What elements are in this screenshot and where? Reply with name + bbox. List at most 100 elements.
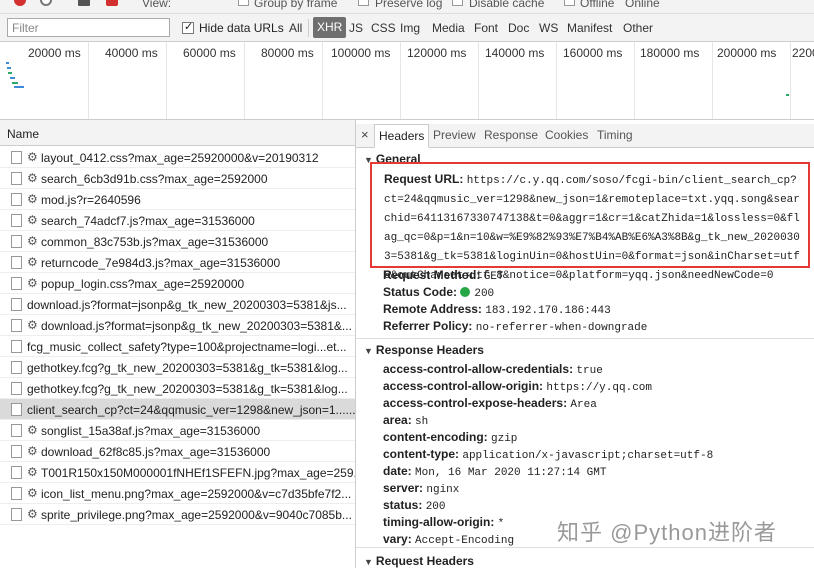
capture-screenshots-icon[interactable] xyxy=(78,0,90,6)
header-value: application/x-javascript;charset=utf-8 xyxy=(462,450,714,462)
request-row[interactable]: ⚙ mod.js?r=2640596 xyxy=(0,189,355,210)
request-name: download.js?format=jsonp&g_tk_new_202003… xyxy=(27,298,347,312)
headers-panel: ▼ General Request URL: https://c.y.qq.com… xyxy=(356,149,814,568)
header-key: area: xyxy=(383,413,412,427)
file-icon xyxy=(11,487,22,500)
response-headers-section-header[interactable]: ▼ Response Headers xyxy=(364,343,484,357)
response-header-row: access-control-expose-headers: Area xyxy=(383,396,597,411)
header-value: gzip xyxy=(491,433,518,445)
gear-icon: ⚙ xyxy=(27,507,38,521)
timeline-tick-label: 40000 ms xyxy=(105,46,158,60)
request-name: download_62f8c85.js?max_age=31536000 xyxy=(41,445,271,459)
response-header-row: access-control-allow-credentials: true xyxy=(383,362,603,377)
response-header-row: content-encoding: gzip xyxy=(383,430,517,445)
filter-input[interactable] xyxy=(7,18,170,37)
file-icon xyxy=(11,319,22,332)
timeline-tick-label: 60000 ms xyxy=(183,46,236,60)
request-row[interactable]: ⚙ search_74adcf7.js?max_age=31536000 xyxy=(0,210,355,231)
request-row[interactable]: ⚙ common_83c753b.js?max_age=31536000 xyxy=(0,231,355,252)
request-row[interactable]: ⚙ T001R150x150M000001fNHEf1SFEFN.jpg?max_… xyxy=(0,462,355,483)
tab-headers[interactable]: Headers xyxy=(374,124,430,148)
request-row[interactable]: ⚙ download_62f8c85.js?max_age=31536000 xyxy=(0,441,355,462)
request-row[interactable]: ⚙ layout_0412.css?max_age=25920000&v=2019… xyxy=(0,147,355,168)
timeline-overview[interactable]: 20000 ms 40000 ms 60000 ms 80000 ms 1000… xyxy=(0,42,814,120)
timeline-gridline xyxy=(790,42,791,119)
request-name: songlist_15a38af.js?max_age=31536000 xyxy=(41,424,261,438)
file-icon xyxy=(11,361,22,374)
type-filter-manifest[interactable]: Manifest xyxy=(567,21,612,35)
timeline-tick-label: 140000 ms xyxy=(485,46,545,60)
group-by-frame-checkbox[interactable] xyxy=(238,0,249,6)
request-row[interactable]: ⚙ sprite_privilege.png?max_age=2592000&v=… xyxy=(0,504,355,525)
timeline-gridline xyxy=(400,42,401,119)
timeline-gridline xyxy=(478,42,479,119)
request-row[interactable]: gethotkey.fcg?g_tk_new_20200303=5381&g_t… xyxy=(0,378,355,399)
request-headers-section-header[interactable]: ▼ Request Headers xyxy=(364,554,474,568)
view-label: View: xyxy=(142,0,172,10)
watermark: 知乎 @Python进阶者 xyxy=(557,520,777,545)
request-row[interactable]: ⚙ songlist_15a38af.js?max_age=31536000 xyxy=(0,420,355,441)
file-icon xyxy=(11,172,22,185)
response-header-row: status: 200 xyxy=(383,498,446,513)
tab-timing[interactable]: Timing xyxy=(597,128,633,142)
gear-icon: ⚙ xyxy=(27,423,38,437)
gear-icon: ⚙ xyxy=(27,234,38,248)
throttling-select[interactable]: Online xyxy=(625,0,660,10)
request-row[interactable]: gethotkey.fcg?g_tk_new_20200303=5381&g_t… xyxy=(0,357,355,378)
type-filter-css[interactable]: CSS xyxy=(371,21,396,35)
type-filter-all[interactable]: All xyxy=(289,21,302,35)
request-row[interactable]: ⚙ search_6cb3d91b.css?max_age=2592000 xyxy=(0,168,355,189)
request-name: popup_login.css?max_age=25920000 xyxy=(41,277,245,291)
request-row[interactable]: ⚙ icon_list_menu.png?max_age=2592000&v=c7… xyxy=(0,483,355,504)
file-icon xyxy=(11,214,22,227)
tab-response[interactable]: Response xyxy=(484,128,538,142)
disable-cache-checkbox[interactable] xyxy=(452,0,463,6)
expand-triangle-icon: ▼ xyxy=(364,557,373,567)
expand-triangle-icon: ▼ xyxy=(364,346,373,356)
type-filter-img[interactable]: Img xyxy=(400,21,420,35)
request-name: mod.js?r=2640596 xyxy=(41,193,141,207)
name-column-header[interactable]: Name xyxy=(0,120,356,146)
request-row[interactable]: ⚙ download.js?format=jsonp&g_tk_new_20200… xyxy=(0,315,355,336)
request-name: gethotkey.fcg?g_tk_new_20200303=5381&g_t… xyxy=(27,382,348,396)
file-icon xyxy=(11,382,22,395)
type-filter-xhr[interactable]: XHR xyxy=(313,17,347,38)
gear-icon: ⚙ xyxy=(27,465,38,479)
file-icon xyxy=(11,298,22,311)
header-value: nginx xyxy=(426,484,460,496)
disable-cache-label: Disable cache xyxy=(469,0,545,10)
type-filter-doc[interactable]: Doc xyxy=(508,21,529,35)
tab-cookies[interactable]: Cookies xyxy=(545,128,588,142)
request-row[interactable]: ⚙ returncode_7e984d3.js?max_age=31536000 xyxy=(0,252,355,273)
offline-checkbox[interactable] xyxy=(564,0,575,6)
request-row[interactable]: fcg_music_collect_safety?type=100&projec… xyxy=(0,336,355,357)
request-name: icon_list_menu.png?max_age=2592000&v=c7d… xyxy=(41,487,352,501)
request-name: common_83c753b.js?max_age=31536000 xyxy=(41,235,269,249)
file-icon xyxy=(11,340,22,353)
clear-icon[interactable] xyxy=(40,0,52,6)
waterfall-bar xyxy=(6,62,9,64)
record-icon[interactable] xyxy=(14,0,26,6)
request-row[interactable]: ⚙ popup_login.css?max_age=25920000 xyxy=(0,273,355,294)
file-icon xyxy=(11,277,22,290)
request-name: returncode_7e984d3.js?max_age=31536000 xyxy=(41,256,281,270)
filter-icon[interactable] xyxy=(106,0,118,6)
tab-preview[interactable]: Preview xyxy=(433,128,476,142)
request-name: layout_0412.css?max_age=25920000&v=20190… xyxy=(41,151,319,165)
hide-data-urls-checkbox[interactable] xyxy=(182,20,194,34)
type-filter-font[interactable]: Font xyxy=(474,21,498,35)
type-filter-ws[interactable]: WS xyxy=(539,21,558,35)
close-details-icon[interactable]: × xyxy=(361,127,369,142)
request-row[interactable]: client_search_cp?ct=24&qqmusic_ver=1298&… xyxy=(0,399,355,420)
type-filter-other[interactable]: Other xyxy=(623,21,653,35)
preserve-log-checkbox[interactable] xyxy=(358,0,369,6)
response-header-row: timing-allow-origin: * xyxy=(383,515,504,530)
timeline-gridline xyxy=(88,42,89,119)
timeline-gridline xyxy=(166,42,167,119)
timeline-tick-label: 180000 ms xyxy=(640,46,700,60)
type-filter-js[interactable]: JS xyxy=(349,21,363,35)
timeline-tick-label: 80000 ms xyxy=(261,46,314,60)
status-code-row: Status Code: 200 xyxy=(383,285,495,300)
request-row[interactable]: download.js?format=jsonp&g_tk_new_202003… xyxy=(0,294,355,315)
type-filter-media[interactable]: Media xyxy=(432,21,465,35)
